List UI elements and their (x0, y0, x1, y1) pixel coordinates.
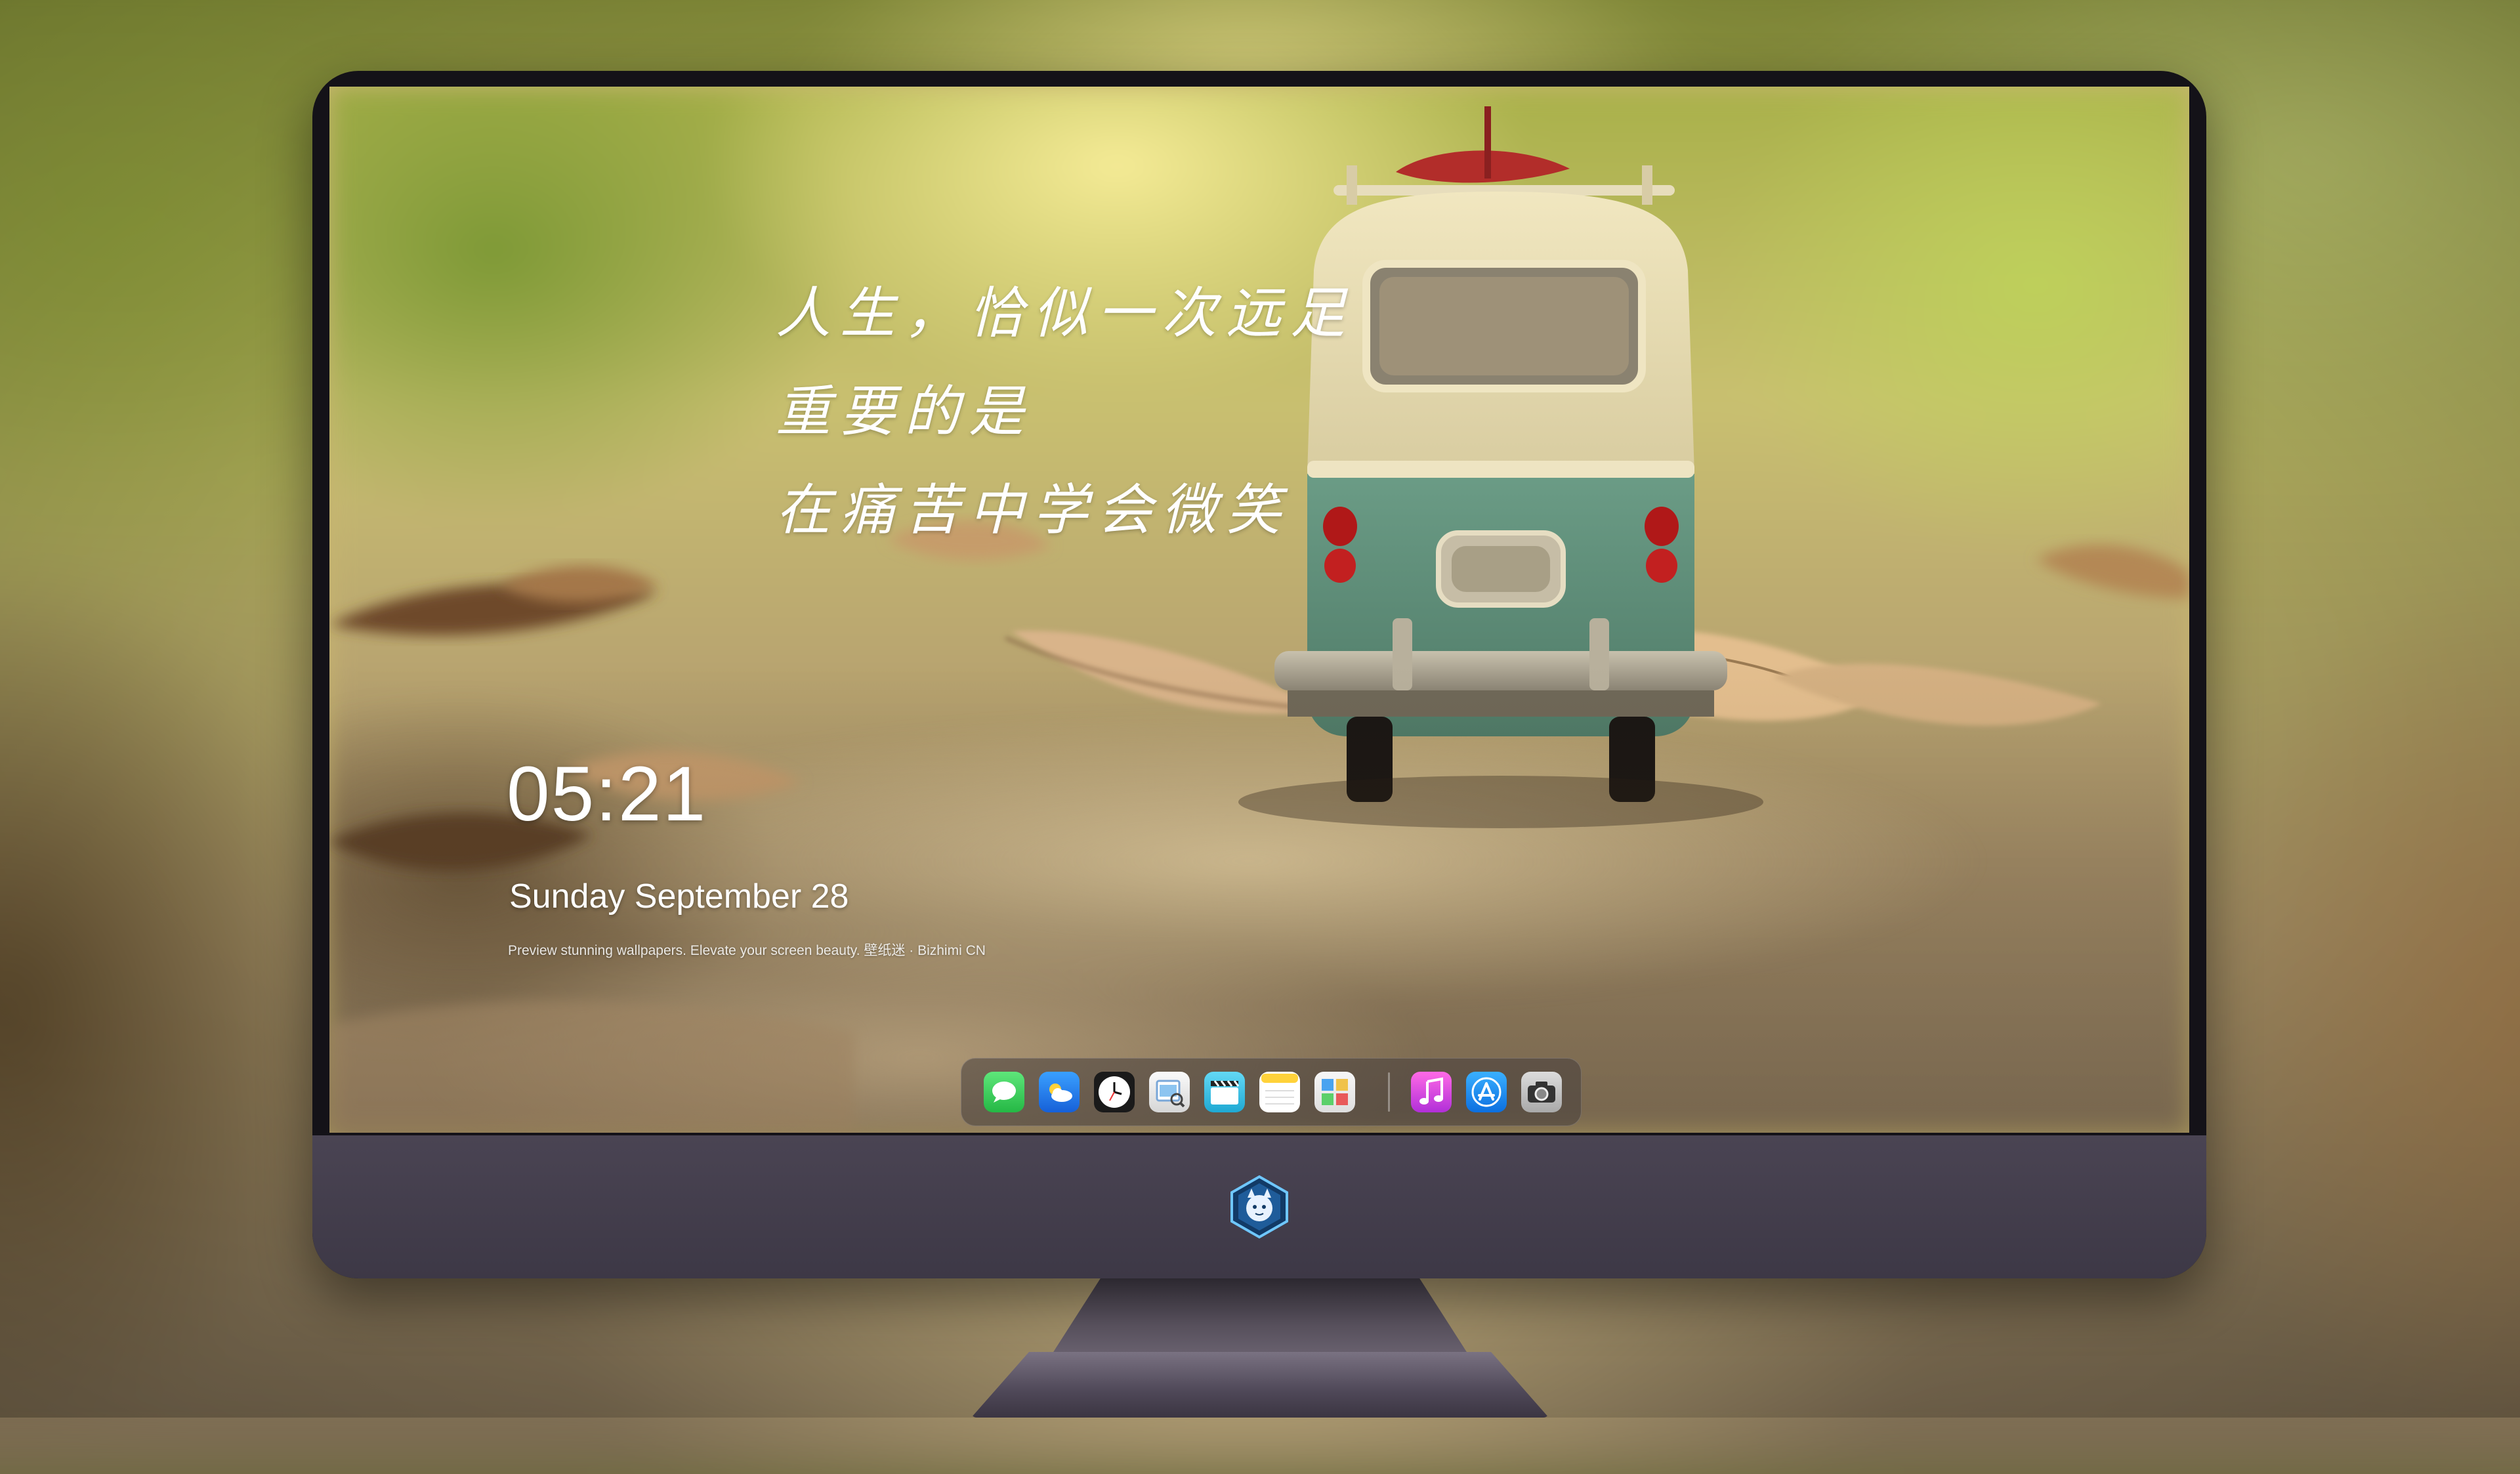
notes-icon[interactable] (1259, 1072, 1300, 1112)
clips-icon[interactable] (1204, 1072, 1245, 1112)
wallpaper-quote: 人生，恰似一次远足 重要的是 在痛苦中学会微笑 (776, 264, 1354, 559)
monitor-chin (312, 1135, 2206, 1278)
lockscreen-time: 05:21 (507, 751, 707, 837)
quote-line-3: 在痛苦中学会微笑 (776, 478, 1291, 542)
messages-icon[interactable] (984, 1072, 1024, 1112)
dock (961, 1058, 1582, 1126)
camera-icon[interactable] (1521, 1072, 1562, 1112)
quote-line-2: 重要的是 (776, 379, 1034, 444)
monitor-stand-base (971, 1352, 1549, 1418)
music-icon[interactable] (1411, 1072, 1452, 1112)
screen: 人生，恰似一次远足 重要的是 在痛苦中学会微笑 05:21 Sunday Sep… (329, 87, 2189, 1133)
lockscreen-date: Sunday September 28 (509, 877, 849, 916)
clock-icon[interactable] (1094, 1072, 1135, 1112)
quote-line-1: 人生，恰似一次远足 (776, 281, 1355, 345)
lockscreen-tagline: Preview stunning wallpapers. Elevate you… (508, 943, 986, 958)
app-store-icon[interactable] (1466, 1072, 1507, 1112)
mascot-logo-icon (1230, 1175, 1288, 1239)
dock-separator (1388, 1072, 1390, 1112)
preview-icon[interactable] (1149, 1072, 1190, 1112)
wallpaper-shade (329, 87, 2189, 1133)
weather-icon[interactable] (1039, 1072, 1080, 1112)
monitor-stand-neck (1050, 1278, 1470, 1357)
photo-booth-icon[interactable] (1314, 1072, 1355, 1112)
monitor: 人生，恰似一次远足 重要的是 在痛苦中学会微笑 05:21 Sunday Sep… (312, 71, 2206, 1278)
